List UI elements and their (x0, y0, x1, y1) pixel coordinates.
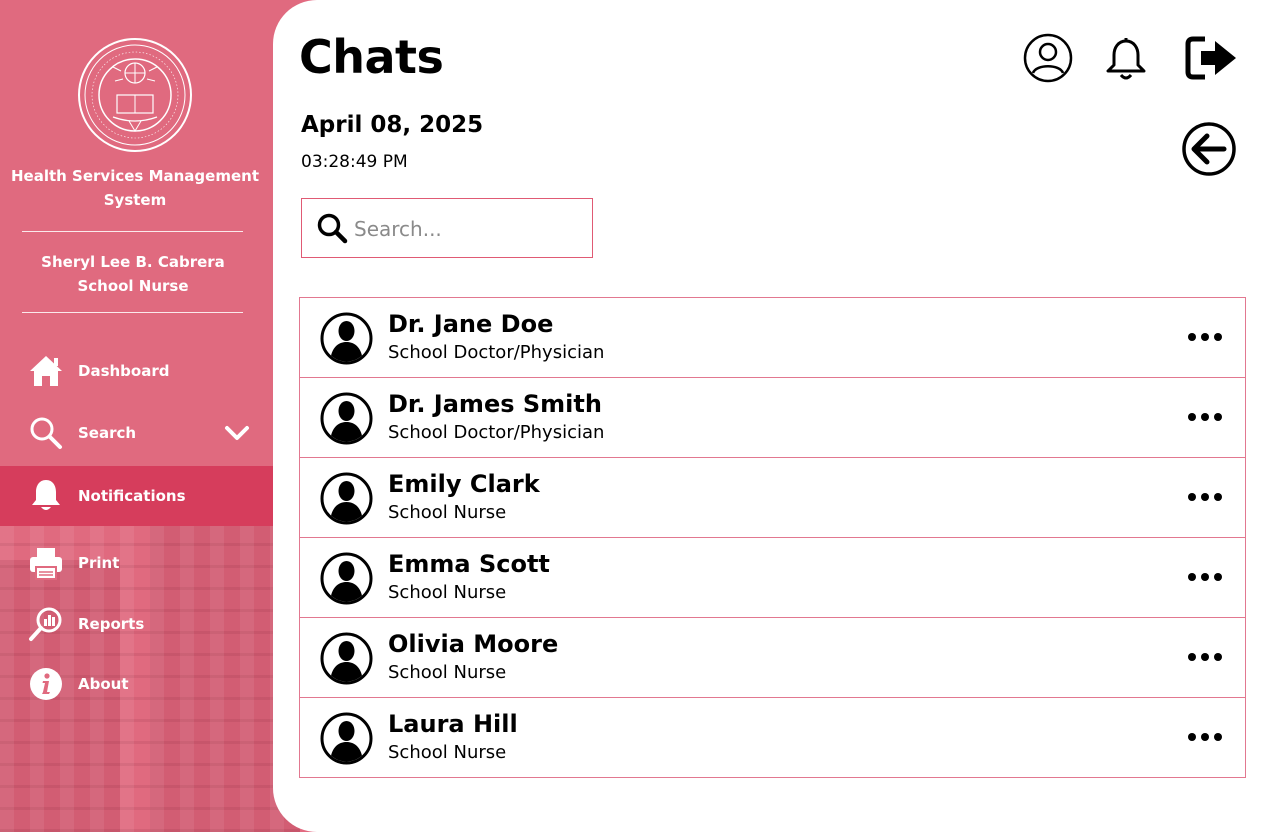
sidebar-item-about[interactable]: About (0, 654, 273, 714)
more-options-icon[interactable] (1188, 330, 1222, 344)
bell-icon[interactable] (1105, 37, 1147, 81)
sidebar-divider (22, 231, 243, 232)
avatar-icon (320, 312, 373, 365)
chat-contact-role: School Doctor/Physician (388, 422, 605, 443)
chat-row[interactable]: Dr. Jane Doe School Doctor/Physician (299, 297, 1246, 378)
logout-icon[interactable] (1185, 36, 1239, 80)
more-options-icon[interactable] (1188, 490, 1222, 504)
chat-contact-name: Emma Scott (388, 550, 550, 578)
reports-icon (28, 606, 64, 642)
sidebar-divider (22, 312, 243, 313)
avatar-icon (320, 712, 373, 765)
bell-icon (28, 478, 64, 514)
main-panel: Chats April 08, 2025 03:28:49 PM Search.… (273, 0, 1280, 832)
chat-row[interactable]: Laura Hill School Nurse (299, 697, 1246, 778)
chat-contact-role: School Nurse (388, 502, 507, 523)
back-arrow-icon[interactable] (1181, 121, 1237, 177)
home-icon (28, 353, 64, 389)
chevron-down-icon[interactable] (224, 423, 250, 443)
user-role: School Nurse (77, 277, 189, 295)
more-options-icon[interactable] (1188, 650, 1222, 664)
current-time: 03:28:49 PM (301, 152, 408, 172)
chat-row[interactable]: Dr. James Smith School Doctor/Physician (299, 377, 1246, 458)
search-icon (28, 415, 64, 451)
chat-contact-role: School Doctor/Physician (388, 342, 605, 363)
user-name: Sheryl Lee B. Cabrera (41, 253, 225, 271)
sidebar-item-label: Print (78, 554, 120, 572)
user-info: Sheryl Lee B. Cabrera School Nurse (0, 250, 266, 298)
page-title: Chats (299, 30, 444, 84)
avatar-icon (320, 552, 373, 605)
sidebar-item-label: Notifications (78, 487, 186, 505)
chat-contact-name: Emily Clark (388, 470, 540, 498)
chat-contact-role: School Nurse (388, 662, 507, 683)
avatar-icon (320, 472, 373, 525)
sidebar-item-label: Reports (78, 615, 145, 633)
chat-row[interactable]: Emma Scott School Nurse (299, 537, 1246, 618)
avatar-icon (320, 632, 373, 685)
printer-icon (28, 545, 64, 581)
sidebar-item-notifications[interactable]: Notifications (0, 466, 273, 526)
chat-contact-role: School Nurse (388, 582, 507, 603)
chat-contact-name: Laura Hill (388, 710, 518, 738)
more-options-icon[interactable] (1188, 410, 1222, 424)
info-icon (28, 666, 64, 702)
chat-row[interactable]: Emily Clark School Nurse (299, 457, 1246, 538)
chat-row[interactable]: Olivia Moore School Nurse (299, 617, 1246, 698)
sidebar-item-reports[interactable]: Reports (0, 594, 273, 654)
search-input[interactable] (354, 211, 584, 247)
university-seal-logo (78, 38, 192, 152)
avatar-icon (320, 392, 373, 445)
user-profile-icon[interactable] (1023, 33, 1073, 83)
more-options-icon[interactable] (1188, 570, 1222, 584)
chat-contact-role: School Nurse (388, 742, 507, 763)
search-icon (317, 213, 348, 244)
chat-list: Dr. Jane Doe School Doctor/Physician Dr.… (299, 297, 1246, 778)
sidebar-item-label: Search (78, 424, 137, 442)
more-options-icon[interactable] (1188, 730, 1222, 744)
sidebar-item-search[interactable]: Search (0, 403, 273, 463)
search-box (301, 198, 593, 258)
chat-contact-name: Dr. Jane Doe (388, 310, 554, 338)
system-title: Health Services Management System (11, 167, 259, 209)
sidebar-item-dashboard[interactable]: Dashboard (0, 341, 273, 401)
sidebar-item-label: Dashboard (78, 362, 170, 380)
sidebar-item-label: About (78, 675, 129, 693)
chat-contact-name: Olivia Moore (388, 630, 559, 658)
sidebar-item-print[interactable]: Print (0, 533, 273, 593)
current-date: April 08, 2025 (301, 112, 484, 138)
chat-contact-name: Dr. James Smith (388, 390, 602, 418)
sidebar: Health Services Management System Sheryl… (0, 0, 300, 832)
